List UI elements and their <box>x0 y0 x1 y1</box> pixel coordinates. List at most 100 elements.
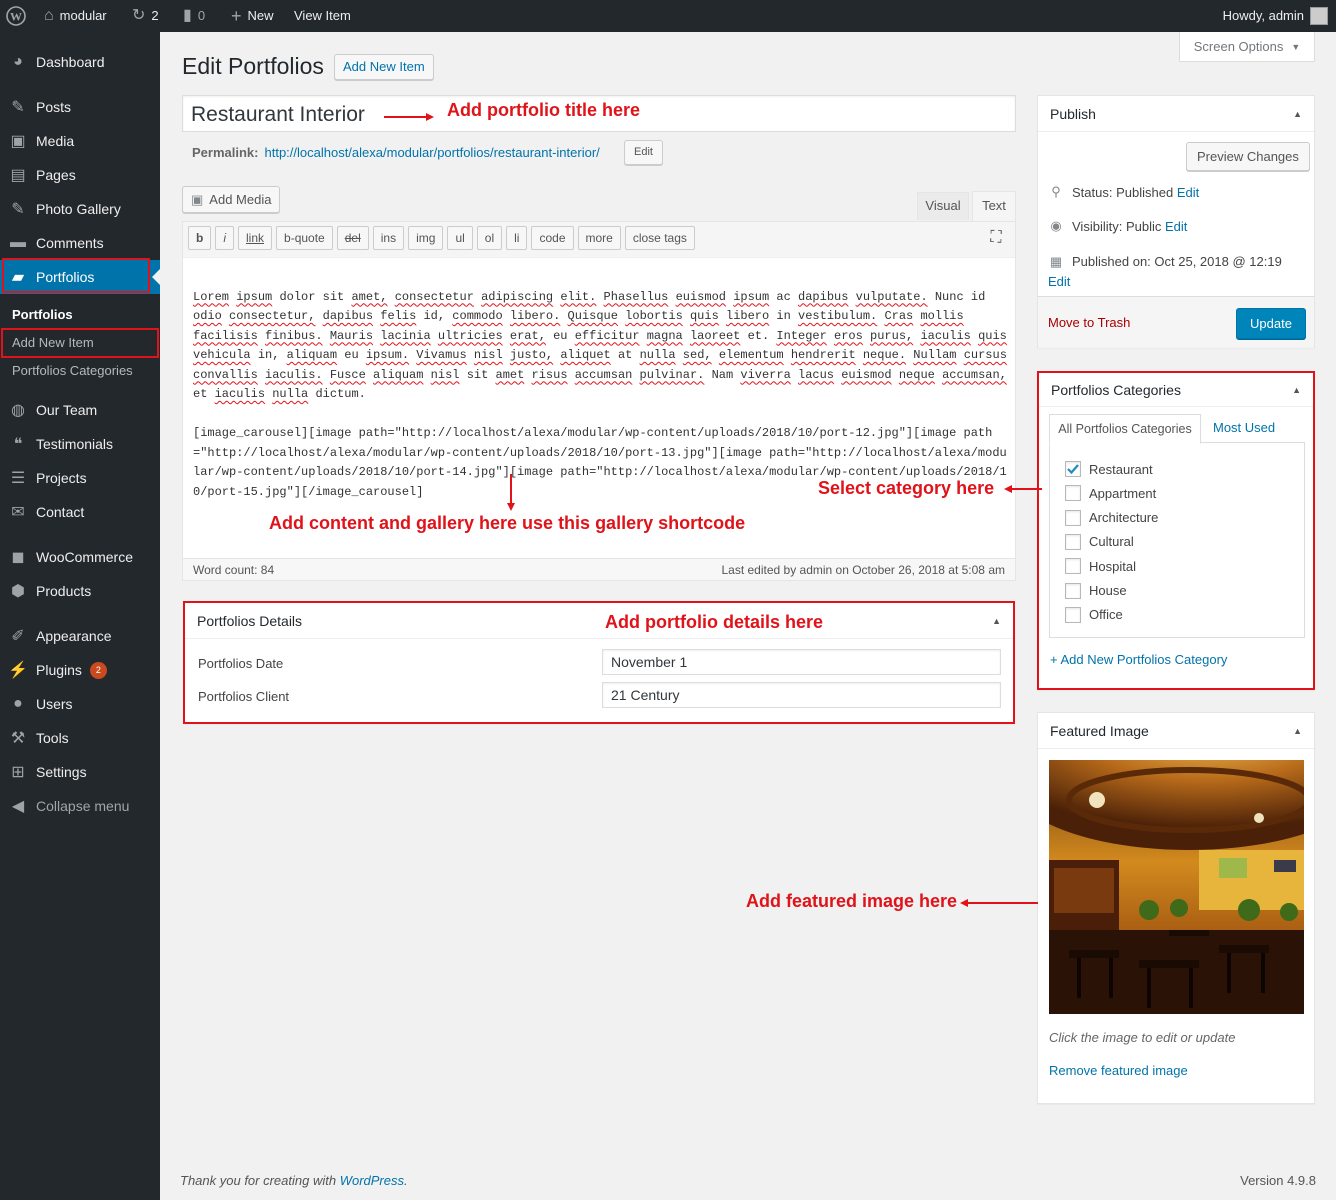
toggle-up-icon[interactable]: ▲ <box>1293 726 1302 736</box>
quicktag-link[interactable]: link <box>238 226 273 250</box>
view-item-link[interactable]: View Item <box>294 0 351 32</box>
quicktag-more[interactable]: more <box>577 226 621 250</box>
submenu-portfolios-categories[interactable]: Portfolios Categories <box>12 363 133 378</box>
remove-featured-image-link[interactable]: Remove featured image <box>1049 1063 1188 1078</box>
category-checkbox[interactable] <box>1065 533 1081 550</box>
sidebar-item-users[interactable]: ● Users <box>0 687 160 721</box>
sidebar-item-dashboard[interactable]: ◕ Dashboard <box>0 45 160 79</box>
site-name-link[interactable]: ⌂ modular <box>44 0 107 32</box>
category-checkbox[interactable] <box>1065 461 1081 477</box>
quicktag-ol[interactable]: ol <box>476 226 503 250</box>
sidebar-item-comments[interactable]: ▬ Comments <box>0 226 160 260</box>
quicktag-ins[interactable]: ins <box>372 226 405 250</box>
category-checkbox[interactable] <box>1065 485 1081 502</box>
category-item[interactable]: Office <box>1065 606 1123 623</box>
quicktag-img[interactable]: img <box>408 226 444 250</box>
quicktag-ul[interactable]: ul <box>447 226 473 250</box>
comment-icon: ▬ <box>10 234 26 251</box>
permalink-link[interactable]: http://localhost/alexa/modular/portfolio… <box>264 145 599 160</box>
category-label: Hospital <box>1089 558 1136 574</box>
wordpress-link[interactable]: WordPress <box>340 1173 404 1188</box>
category-item[interactable]: Architecture <box>1065 509 1159 526</box>
add-new-item-button[interactable]: Add New Item <box>334 54 434 80</box>
account-menu[interactable]: Howdy, admin <box>1223 0 1328 32</box>
sidebar-item-projects[interactable]: ☰ Projects <box>0 461 160 495</box>
category-label: Restaurant <box>1089 461 1153 477</box>
box-icon: ⬢ <box>11 583 25 600</box>
sidebar-item-tools[interactable]: ⚒ Tools <box>0 721 160 755</box>
quicktag-b[interactable]: b <box>188 226 212 250</box>
categories-box: Portfolios Categories ▲ All Portfolios C… <box>1037 371 1315 690</box>
fullscreen-icon[interactable]: ⛶ <box>986 229 1006 247</box>
new-content-link[interactable]: + New <box>231 0 274 32</box>
update-button[interactable]: Update <box>1236 308 1306 339</box>
quicktag-b-quote[interactable]: b-quote <box>276 226 333 250</box>
editor-textarea[interactable]: Lorem ipsum dolor sit amet, consectetur … <box>193 268 1008 502</box>
submenu-portfolios[interactable]: Portfolios <box>12 307 73 322</box>
wordpress-logo-icon[interactable]: W <box>6 0 26 32</box>
featured-header[interactable]: Featured Image ▲ <box>1038 713 1314 749</box>
sidebar-item-label: Testimonials <box>36 436 114 452</box>
preview-changes-button[interactable]: Preview Changes <box>1186 142 1310 171</box>
plug-icon: ⚡ <box>8 662 28 679</box>
category-label: Architecture <box>1089 510 1159 526</box>
quicktag-close-tags[interactable]: close tags <box>624 226 695 250</box>
category-item[interactable]: Cultural <box>1065 533 1134 550</box>
screen-options-button[interactable]: Screen Options ▼ <box>1179 32 1315 62</box>
sidebar-item-photo-gallery[interactable]: ✎ Photo Gallery <box>0 192 160 226</box>
category-checkbox[interactable] <box>1065 509 1081 526</box>
sidebar-item-settings[interactable]: ⊞ Settings <box>0 755 160 789</box>
publish-header[interactable]: Publish ▲ <box>1038 96 1314 132</box>
sidebar-item-label: Posts <box>36 99 72 115</box>
tab-most-used[interactable]: Most Used <box>1213 420 1275 435</box>
category-checkbox[interactable] <box>1065 606 1081 623</box>
toggle-up-icon[interactable]: ▲ <box>1292 385 1301 395</box>
tab-visual[interactable]: Visual <box>917 192 969 220</box>
published-edit-link[interactable]: Edit <box>1048 274 1070 289</box>
sidebar-item-posts[interactable]: ✎ Posts <box>0 90 160 124</box>
publish-box: Publish ▲ Preview Changes ⚲ Status: Publ… <box>1037 95 1315 348</box>
comment-icon: ▮ <box>183 7 192 24</box>
status-edit-link[interactable]: Edit <box>1177 185 1199 200</box>
sidebar-item-woocommerce[interactable]: ◼ WooCommerce <box>0 540 160 574</box>
comments-link[interactable]: ▮ 0 <box>183 0 205 32</box>
calendar-icon: ▦ <box>1049 254 1063 269</box>
sidebar-item-label: Dashboard <box>36 54 105 70</box>
sidebar-item-products[interactable]: ⬢ Products <box>0 574 160 608</box>
updates-link[interactable]: ↻ 2 <box>132 0 159 32</box>
quicktag-li[interactable]: li <box>506 226 528 250</box>
quicktag-del[interactable]: del <box>336 226 369 250</box>
featured-image[interactable] <box>1049 760 1304 1014</box>
status-row: ⚲ Status: Published Edit <box>1048 184 1199 200</box>
visibility-edit-link[interactable]: Edit <box>1165 219 1187 234</box>
sidebar-item-our-team[interactable]: ◍ Our Team <box>0 393 160 427</box>
category-item[interactable]: Appartment <box>1065 485 1156 502</box>
sidebar-item-pages[interactable]: ▤ Pages <box>0 158 160 192</box>
category-item[interactable]: House <box>1065 582 1127 599</box>
tab-all-categories[interactable]: All Portfolios Categories <box>1049 414 1201 444</box>
category-item[interactable]: Restaurant <box>1065 461 1153 477</box>
sidebar-item-testimonials[interactable]: ❝ Testimonials <box>0 427 160 461</box>
sidebar-item-collapse-menu[interactable]: ◀ Collapse menu <box>0 789 160 823</box>
add-new-category-link[interactable]: + Add New Portfolios Category <box>1050 652 1227 667</box>
toggle-up-icon[interactable]: ▲ <box>1293 109 1302 119</box>
sidebar-item-media[interactable]: ▣ Media <box>0 124 160 158</box>
details-header[interactable]: Portfolios Details ▲ <box>185 603 1013 639</box>
quicktag-i[interactable]: i <box>215 226 235 250</box>
categories-header[interactable]: Portfolios Categories ▲ <box>1039 373 1313 407</box>
category-checkbox[interactable] <box>1065 582 1081 599</box>
portfolios-date-input[interactable]: November 1 <box>602 649 1001 675</box>
category-checkbox[interactable] <box>1065 558 1081 575</box>
toggle-up-icon[interactable]: ▲ <box>992 616 1001 626</box>
move-to-trash-link[interactable]: Move to Trash <box>1048 315 1130 330</box>
quicktag-code[interactable]: code <box>531 226 574 250</box>
category-item[interactable]: Hospital <box>1065 558 1136 575</box>
woo-icon: ◼ <box>11 549 25 566</box>
add-media-button[interactable]: ▣ Add Media <box>182 186 281 213</box>
sidebar-item-plugins[interactable]: ⚡ Plugins 2 <box>0 653 160 687</box>
tab-text[interactable]: Text <box>972 191 1016 222</box>
portfolios-client-input[interactable]: 21 Century <box>602 682 1001 708</box>
sidebar-item-appearance[interactable]: ✐ Appearance <box>0 619 160 653</box>
sidebar-item-contact[interactable]: ✉ Contact <box>0 495 160 529</box>
permalink-edit-button[interactable]: Edit <box>624 140 663 165</box>
